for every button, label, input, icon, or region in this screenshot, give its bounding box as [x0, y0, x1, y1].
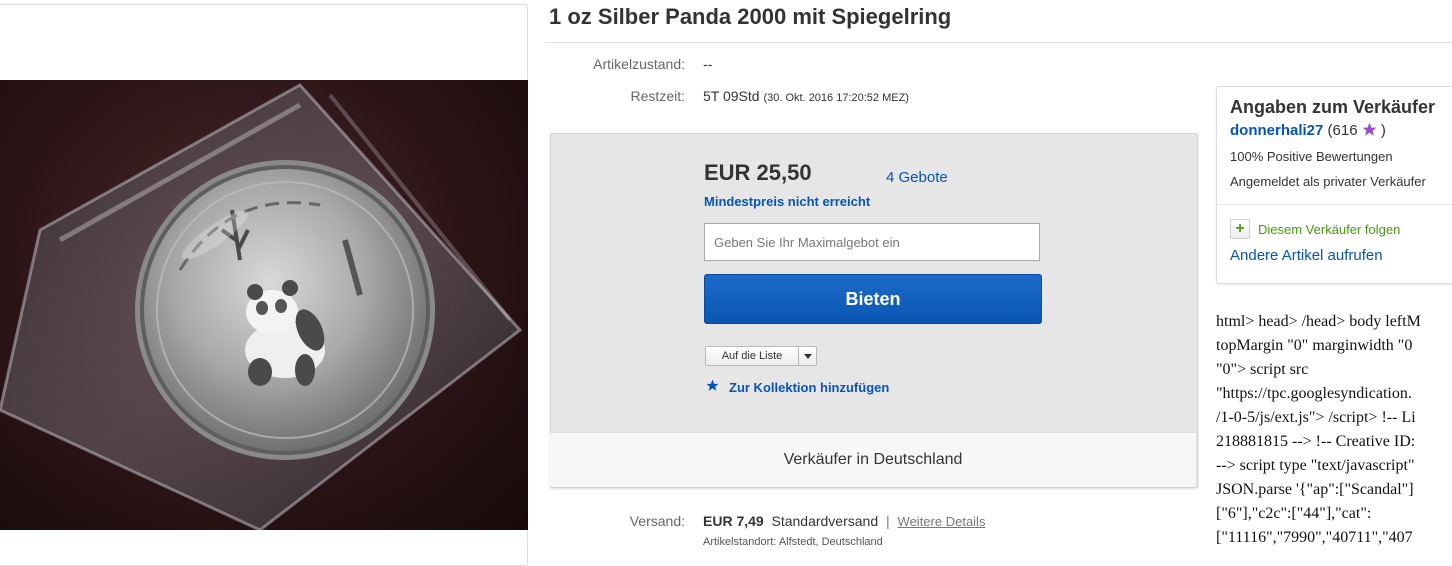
watchlist-button[interactable]: Auf die Liste	[705, 346, 817, 366]
raw-code-line: ["11116","7990","40711","407	[1216, 529, 1413, 546]
item-title: 1 oz Silber Panda 2000 mit Spiegelring	[549, 4, 952, 29]
seller-account-type: Angemeldet als privater Verkäufer	[1230, 174, 1426, 189]
shipping-price: EUR 7,49	[703, 513, 764, 529]
other-items-link[interactable]: Andere Artikel aufrufen	[1230, 247, 1383, 264]
time-left-row: 5T 09Std (30. Okt. 2016 17:20:52 MEZ)	[703, 88, 909, 104]
add-to-collection-label[interactable]: Zur Kollektion hinzufügen	[729, 380, 889, 395]
raw-code-line: topMargin "0" marginwidth "0	[1216, 337, 1413, 354]
raw-code-line: "0"> script src	[1216, 361, 1309, 378]
seller-location-note: Verkäufer in Deutschland	[550, 432, 1196, 487]
auction-end-time: (30. Okt. 2016 17:20:52 MEZ)	[763, 92, 909, 104]
condition-label: Artikelzustand:	[593, 56, 685, 72]
shipping-label: Versand:	[629, 513, 685, 529]
item-photo[interactable]	[0, 80, 528, 530]
seller-heading: Angaben zum Verkäufer	[1230, 97, 1436, 117]
add-to-collection-link[interactable]: Zur Kollektion hinzufügen	[706, 379, 889, 395]
seller-username-link[interactable]: donnerhali27	[1230, 122, 1323, 139]
title-divider	[545, 42, 1452, 43]
raw-code-line: --> script type "text/javascript"	[1216, 457, 1415, 474]
item-location: Artikelstandort: Alfstedt, Deutschland	[703, 536, 883, 548]
raw-code-line: "https://tpc.googlesyndication.	[1216, 385, 1412, 402]
bid-button[interactable]: Bieten	[704, 274, 1042, 324]
shipping-row: EUR 7,49 Standardversand | Weitere Detai…	[703, 513, 985, 529]
raw-code-line: 218881815 --> !-- Creative ID:	[1216, 433, 1416, 450]
feedback-star-icon	[1362, 122, 1381, 139]
coin-image	[0, 83, 523, 530]
bids-count-link[interactable]: 4 Gebote	[886, 169, 948, 186]
raw-code-line: JSON.parse '{"ap":["Scandal"]	[1216, 481, 1414, 498]
condition-value: --	[703, 56, 713, 72]
plus-icon[interactable]: +	[1230, 219, 1250, 239]
seller-positive-feedback: 100% Positive Bewertungen	[1230, 149, 1393, 164]
current-price: EUR 25,50	[704, 160, 812, 185]
raw-code-line: /1-0-5/js/ext.js"> /script> !-- Li	[1216, 409, 1416, 426]
shipping-separator: |	[886, 513, 890, 529]
star-icon	[706, 379, 719, 395]
feedback-paren-close: )	[1380, 122, 1386, 139]
raw-code-line: html> head> /head> body leftM	[1216, 313, 1421, 330]
feedback-count[interactable]: 616	[1333, 122, 1358, 139]
raw-code-text: html> head> /head> body leftM topMargin …	[1216, 310, 1452, 550]
raw-code-line: ["6"],"c2c":["44"],"cat":	[1216, 505, 1372, 522]
shipping-method: Standardversand	[771, 513, 879, 529]
reserve-not-met-link[interactable]: Mindestpreis nicht erreicht	[704, 194, 870, 209]
chevron-down-icon[interactable]	[799, 347, 816, 365]
seller-name-row: donnerhali27 (616 )	[1230, 122, 1386, 139]
time-left-label: Restzeit:	[630, 88, 685, 104]
time-left-value: 5T 09Std	[703, 88, 760, 104]
follow-seller-button[interactable]: + Diesem Verkäufer folgen	[1230, 219, 1400, 239]
follow-seller-label[interactable]: Diesem Verkäufer folgen	[1258, 222, 1400, 237]
watchlist-label[interactable]: Auf die Liste	[706, 347, 799, 365]
seller-divider	[1216, 204, 1452, 205]
shipping-details-link[interactable]: Weitere Details	[898, 514, 986, 529]
max-bid-input[interactable]	[704, 223, 1040, 261]
